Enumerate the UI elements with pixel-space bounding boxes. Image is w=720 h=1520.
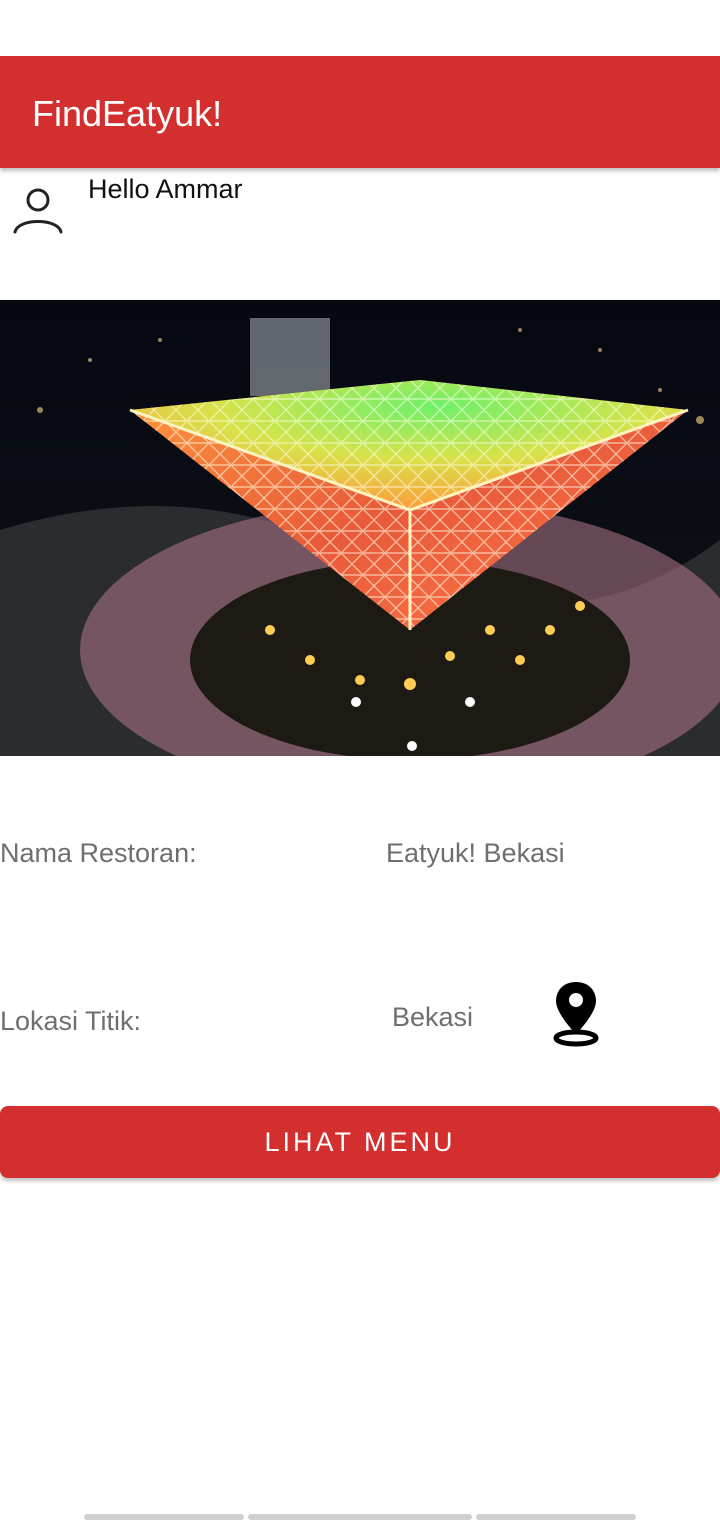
app-title: FindEatyuk! (32, 93, 223, 134)
view-menu-button[interactable]: LIHAT MENU (0, 1106, 720, 1178)
nav-hint-left (84, 1514, 244, 1520)
nav-hint-right (476, 1514, 636, 1520)
greeting-text: Hello Ammar (88, 174, 243, 204)
map-pin-icon[interactable] (548, 980, 604, 1048)
restaurant-name-label: Nama Restoran: (0, 838, 197, 868)
restaurant-photo (0, 300, 720, 756)
restaurant-name-value: Eatyuk! Bekasi (386, 838, 565, 868)
nav-hint-center (248, 1514, 472, 1520)
location-value: Bekasi (392, 1002, 474, 1032)
user-greeting-row: Hello Ammar (0, 168, 720, 278)
landmark-illustration (0, 300, 720, 756)
person-icon (13, 188, 63, 234)
app-bar: FindEatyuk! (0, 56, 720, 168)
location-label: Lokasi Titik: (0, 1006, 142, 1036)
